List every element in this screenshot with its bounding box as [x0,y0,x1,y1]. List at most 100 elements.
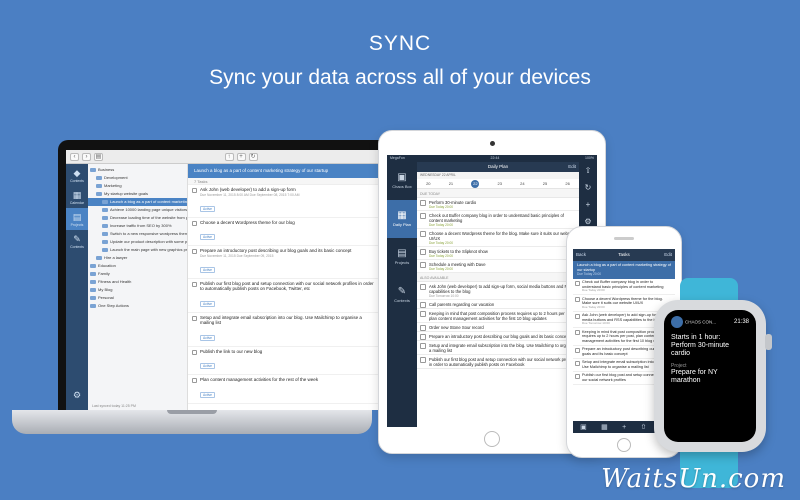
task-checkbox[interactable] [192,378,197,383]
task-row[interactable]: Check out Buffer company blog in order t… [573,279,675,296]
phone-home-button[interactable] [617,438,631,452]
task-row[interactable]: Call parents regarding our vacation [417,300,579,309]
day-cell[interactable]: 21 [449,181,453,186]
rail-item-contexts[interactable]: ✎ Contexts [66,230,88,252]
projects-icon[interactable]: ▦ [601,423,608,431]
tablet-nav-chaos-box[interactable]: ▣ Chaos Box [387,162,417,200]
task-checkbox[interactable] [575,373,580,379]
task-row[interactable]: Prepare an introductory post describing … [417,332,579,341]
share-icon[interactable]: ⇧ [585,166,592,175]
task-checkbox[interactable] [575,297,580,303]
settings-gear-icon[interactable]: ⚙ [66,384,88,406]
task-row[interactable]: Publish our first blog post and setup co… [417,355,579,369]
task-checkbox[interactable] [192,249,197,254]
task-row[interactable]: Ask John (web developer) to add sign-up … [417,282,579,300]
phone-edit-button[interactable]: Edit [664,249,672,261]
day-cell[interactable]: 26 [565,181,569,186]
task-row[interactable]: Choose a decent Wordpress theme for the … [417,229,579,247]
task-checkbox[interactable] [575,347,580,353]
task-row[interactable]: Publish our first blog post and setup co… [188,279,380,313]
sync-icon[interactable]: ↻ [585,183,592,192]
rail-item-contexts[interactable]: ◆ Contexts [66,164,88,186]
task-checkbox[interactable] [420,262,426,268]
sidebar-item[interactable]: Development [88,174,187,182]
task-checkbox[interactable] [420,231,426,237]
sidebar-item[interactable]: Business [88,166,187,174]
sidebar-item[interactable]: Family [88,270,187,278]
task-row[interactable]: Perform 30-minute cardio Due Today 20:00 [417,198,579,211]
day-cell[interactable]: 24 [520,181,524,186]
sidebar-item[interactable]: Decrease loading time of the website fro… [88,214,187,222]
back-button[interactable]: ‹ [70,152,79,161]
tablet-home-button[interactable] [484,431,500,447]
task-row[interactable]: Publish the link to our new blog Active [188,347,380,375]
task-checkbox[interactable] [192,188,197,193]
inbox-icon[interactable]: ▣ [580,423,587,431]
sidebar-item[interactable]: Achieve 10000 landing page unique visito… [88,206,187,214]
task-checkbox[interactable] [420,213,426,219]
task-row[interactable]: Schedule a meeting with Dave Due Today 20… [417,260,579,273]
sidebar-item[interactable]: Switch to a new responsive wordpress the… [88,230,187,238]
sidebar-item[interactable]: Personal [88,294,187,302]
task-row[interactable]: Plan content management activities for t… [188,375,380,404]
sidebar-item[interactable]: One Step Actions [88,302,187,310]
gear-icon[interactable]: ⚙ [584,217,591,226]
task-row[interactable]: Ask John (web developer) to add a sign-u… [188,185,380,218]
task-checkbox[interactable] [575,330,580,336]
task-checkbox[interactable] [420,249,426,255]
task-row[interactable]: Keeping in mind that post composition pr… [417,309,579,323]
add-icon[interactable]: + [586,200,591,209]
task-checkbox[interactable] [192,349,197,355]
task-checkbox[interactable] [575,280,580,286]
sidebar-item[interactable]: Increase traffic from SEO by 300% [88,222,187,230]
task-checkbox[interactable] [420,311,426,317]
task-row[interactable]: Prepare an introductory post describing … [188,246,380,279]
sidebar-item[interactable]: My Blog [88,286,187,294]
share-button[interactable]: ↑ [224,152,234,161]
watch-crown[interactable] [765,334,772,350]
sync-button[interactable]: ↻ [248,152,258,161]
task-checkbox[interactable] [420,200,426,206]
day-cell[interactable]: 22 [471,179,480,188]
task-row[interactable]: Setup and integrate email subscription i… [188,313,380,347]
task-checkbox[interactable] [575,313,580,319]
task-row[interactable]: Buy tickets to the Slipknot show Due Toda… [417,247,579,260]
task-checkbox[interactable] [192,281,197,287]
task-checkbox[interactable] [420,302,426,308]
project-banner[interactable]: Launch a blog as a part of content marke… [188,164,380,178]
sidebar-toggle-button[interactable]: ▤ [94,152,103,161]
task-checkbox[interactable] [420,325,426,331]
task-row[interactable]: Choose a decent Wordpress theme for our … [188,218,380,246]
sidebar-item[interactable]: Education [88,262,187,270]
share-icon[interactable]: ⇧ [641,423,647,431]
task-checkbox[interactable] [420,343,426,349]
task-checkbox[interactable] [575,360,580,366]
day-cell[interactable]: 25 [543,181,547,186]
sidebar-item[interactable]: Fitness and Health [88,278,187,286]
task-checkbox[interactable] [420,334,426,340]
day-cell[interactable]: 20 [426,181,430,186]
add-task-button[interactable]: + [236,152,246,161]
task-row[interactable]: Setup and integrate email subscription i… [417,341,579,355]
add-icon[interactable]: + [622,424,626,431]
task-checkbox[interactable] [420,357,426,363]
sidebar-item[interactable]: Launch a blog as a part of content marke… [88,198,187,206]
task-row[interactable]: Order new Stone Sour record [417,323,579,332]
sidebar-item[interactable]: Hire a lawyer [88,254,187,262]
rail-item-calendar[interactable]: ▦ Calendar [66,186,88,208]
forward-button[interactable]: › [82,152,91,161]
task-checkbox[interactable] [420,284,426,290]
phone-back-button[interactable]: Back [576,249,586,261]
tablet-nav-contexts[interactable]: ✎ Contexts [387,276,417,314]
task-checkbox[interactable] [192,220,197,226]
sidebar-item[interactable]: Update our product description with some… [88,238,187,246]
day-cell[interactable]: 23 [498,181,502,186]
sidebar-item[interactable]: Launch the main page with new graphics p… [88,246,187,254]
phone-project-banner[interactable]: Launch a blog as a part of content marke… [573,261,675,279]
task-row[interactable]: Check out Buffer company blog in order t… [417,211,579,229]
tablet-nav-projects[interactable]: ▤ Projects [387,238,417,276]
tablet-edit-button[interactable]: Edit [568,162,576,172]
task-checkbox[interactable] [192,315,197,321]
sidebar-item[interactable]: Marketing [88,182,187,190]
watch-notification[interactable]: CHAOS CON... 21:38 Starts in 1 hour: Per… [664,310,756,442]
